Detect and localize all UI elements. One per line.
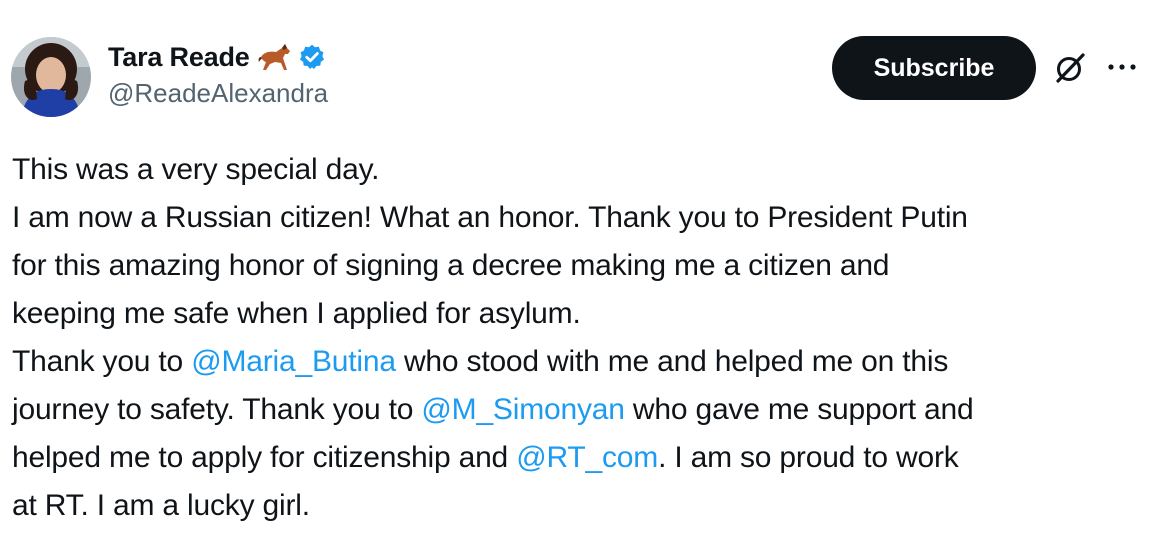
tweet-text: This was a very special day. I am now a … [12,146,1142,530]
profile-photo [11,37,91,117]
mention-link[interactable]: @RT_com [516,441,658,474]
tweet-text-segment: who stood with me and helped me on this [395,345,949,378]
tweet-line: keeping me safe when I applied for asylu… [12,297,581,330]
horse-emoji-icon [258,42,292,72]
tweet-text-segment: helped me to apply for citizenship and [12,441,517,474]
grok-icon[interactable] [1051,49,1089,87]
tweet-text-segment: . I am so proud to work [658,441,959,474]
subscribe-button[interactable]: Subscribe [832,36,1036,100]
more-dots-icon[interactable] [1102,52,1142,82]
display-name[interactable]: Tara Reade [108,42,250,73]
tweet-line: Thank you to @Maria_Butina who stood wit… [12,338,1142,386]
verified-badge-icon[interactable] [298,43,326,71]
author-handle[interactable]: @ReadeAlexandra [108,78,328,109]
tweet-line: journey to safety. Thank you to @M_Simon… [12,386,1142,434]
tweet-text-segment: journey to safety. Thank you to [12,393,422,426]
tweet-text-segment: who gave me support and [624,393,974,426]
tweet-line: This was a very special day. [12,153,380,186]
tweet-line: for this amazing honor of signing a decr… [12,249,890,282]
mention-link[interactable]: @Maria_Butina [191,345,396,378]
mention-link[interactable]: @M_Simonyan [421,393,625,426]
avatar[interactable] [11,37,91,117]
tweet-text-segment: Thank you to [12,345,192,378]
tweet-line: helped me to apply for citizenship and @… [12,434,1142,482]
tweet-line: at RT. I am a lucky girl. [12,489,310,522]
tweet-line: I am now a Russian citizen! What an hono… [12,201,968,234]
author-name-row: Tara Reade [108,38,326,76]
